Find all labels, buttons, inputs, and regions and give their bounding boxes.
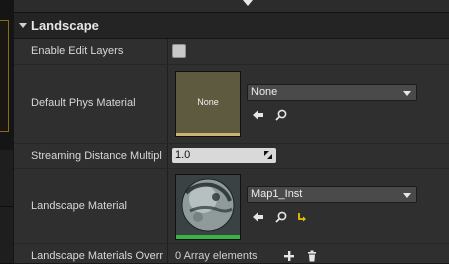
left-gutter [0,0,15,264]
default-phys-material-label: Default Phys Material [31,97,136,109]
download-arrow-icon[interactable] [243,0,253,6]
use-selected-arrow-icon[interactable] [251,210,265,224]
thumbnail-none-text: None [197,97,219,107]
landscape-material-combo[interactable]: Map1_Inst [247,186,417,203]
use-selected-arrow-icon[interactable] [251,108,265,122]
material-sphere-preview [176,175,240,235]
browse-magnifier-icon[interactable] [274,210,288,224]
phys-material-value: None [251,86,278,98]
landscape-materials-override-label: Landscape Materials Overr [31,250,164,262]
landscape-material-label: Landscape Material [31,200,128,212]
array-element-count: 0 Array elements [175,250,258,262]
add-plus-icon[interactable] [282,249,296,263]
default-phys-material-row: Default Phys Material None None [14,65,449,144]
details-panel: Landscape Enable Edit Layers Default Phy… [14,13,449,263]
asset-type-bar [176,235,240,239]
streaming-distance-label: Streaming Distance Multipl [31,150,162,162]
gutter-cell [0,207,13,264]
browse-magnifier-icon[interactable] [274,108,288,122]
collapse-caret-icon[interactable] [19,23,27,28]
reset-to-default-icon[interactable] [295,210,309,224]
dropdown-arrow-icon [403,91,411,96]
enable-edit-layers-checkbox[interactable] [172,44,186,58]
delete-trash-icon[interactable] [305,249,319,263]
phys-material-combo[interactable]: None [247,84,417,101]
landscape-material-thumbnail[interactable] [175,174,241,240]
streaming-distance-value: 1.0 [175,149,191,161]
resize-grip-icon[interactable] [264,151,272,159]
landscape-materials-override-row: Landscape Materials Overr 0 Array elemen… [14,244,449,263]
phys-material-thumbnail[interactable]: None [175,71,241,137]
streaming-distance-row: Streaming Distance Multipl 1.0 [14,144,449,169]
dropdown-arrow-icon [403,193,411,198]
category-title: Landscape [31,18,99,33]
enable-edit-layers-row: Enable Edit Layers [14,39,449,65]
enable-edit-layers-label: Enable Edit Layers [31,45,124,57]
landscape-material-value: Map1_Inst [251,188,303,200]
panel-top-strip [14,0,449,13]
landscape-material-row: Landscape Material Map1_Inst [14,169,449,244]
landscape-category-header[interactable]: Landscape [14,13,449,39]
viewport-selection-frame [0,20,9,132]
gutter-cell [0,150,13,207]
asset-type-bar [176,133,240,136]
streaming-distance-input[interactable]: 1.0 [172,148,276,163]
